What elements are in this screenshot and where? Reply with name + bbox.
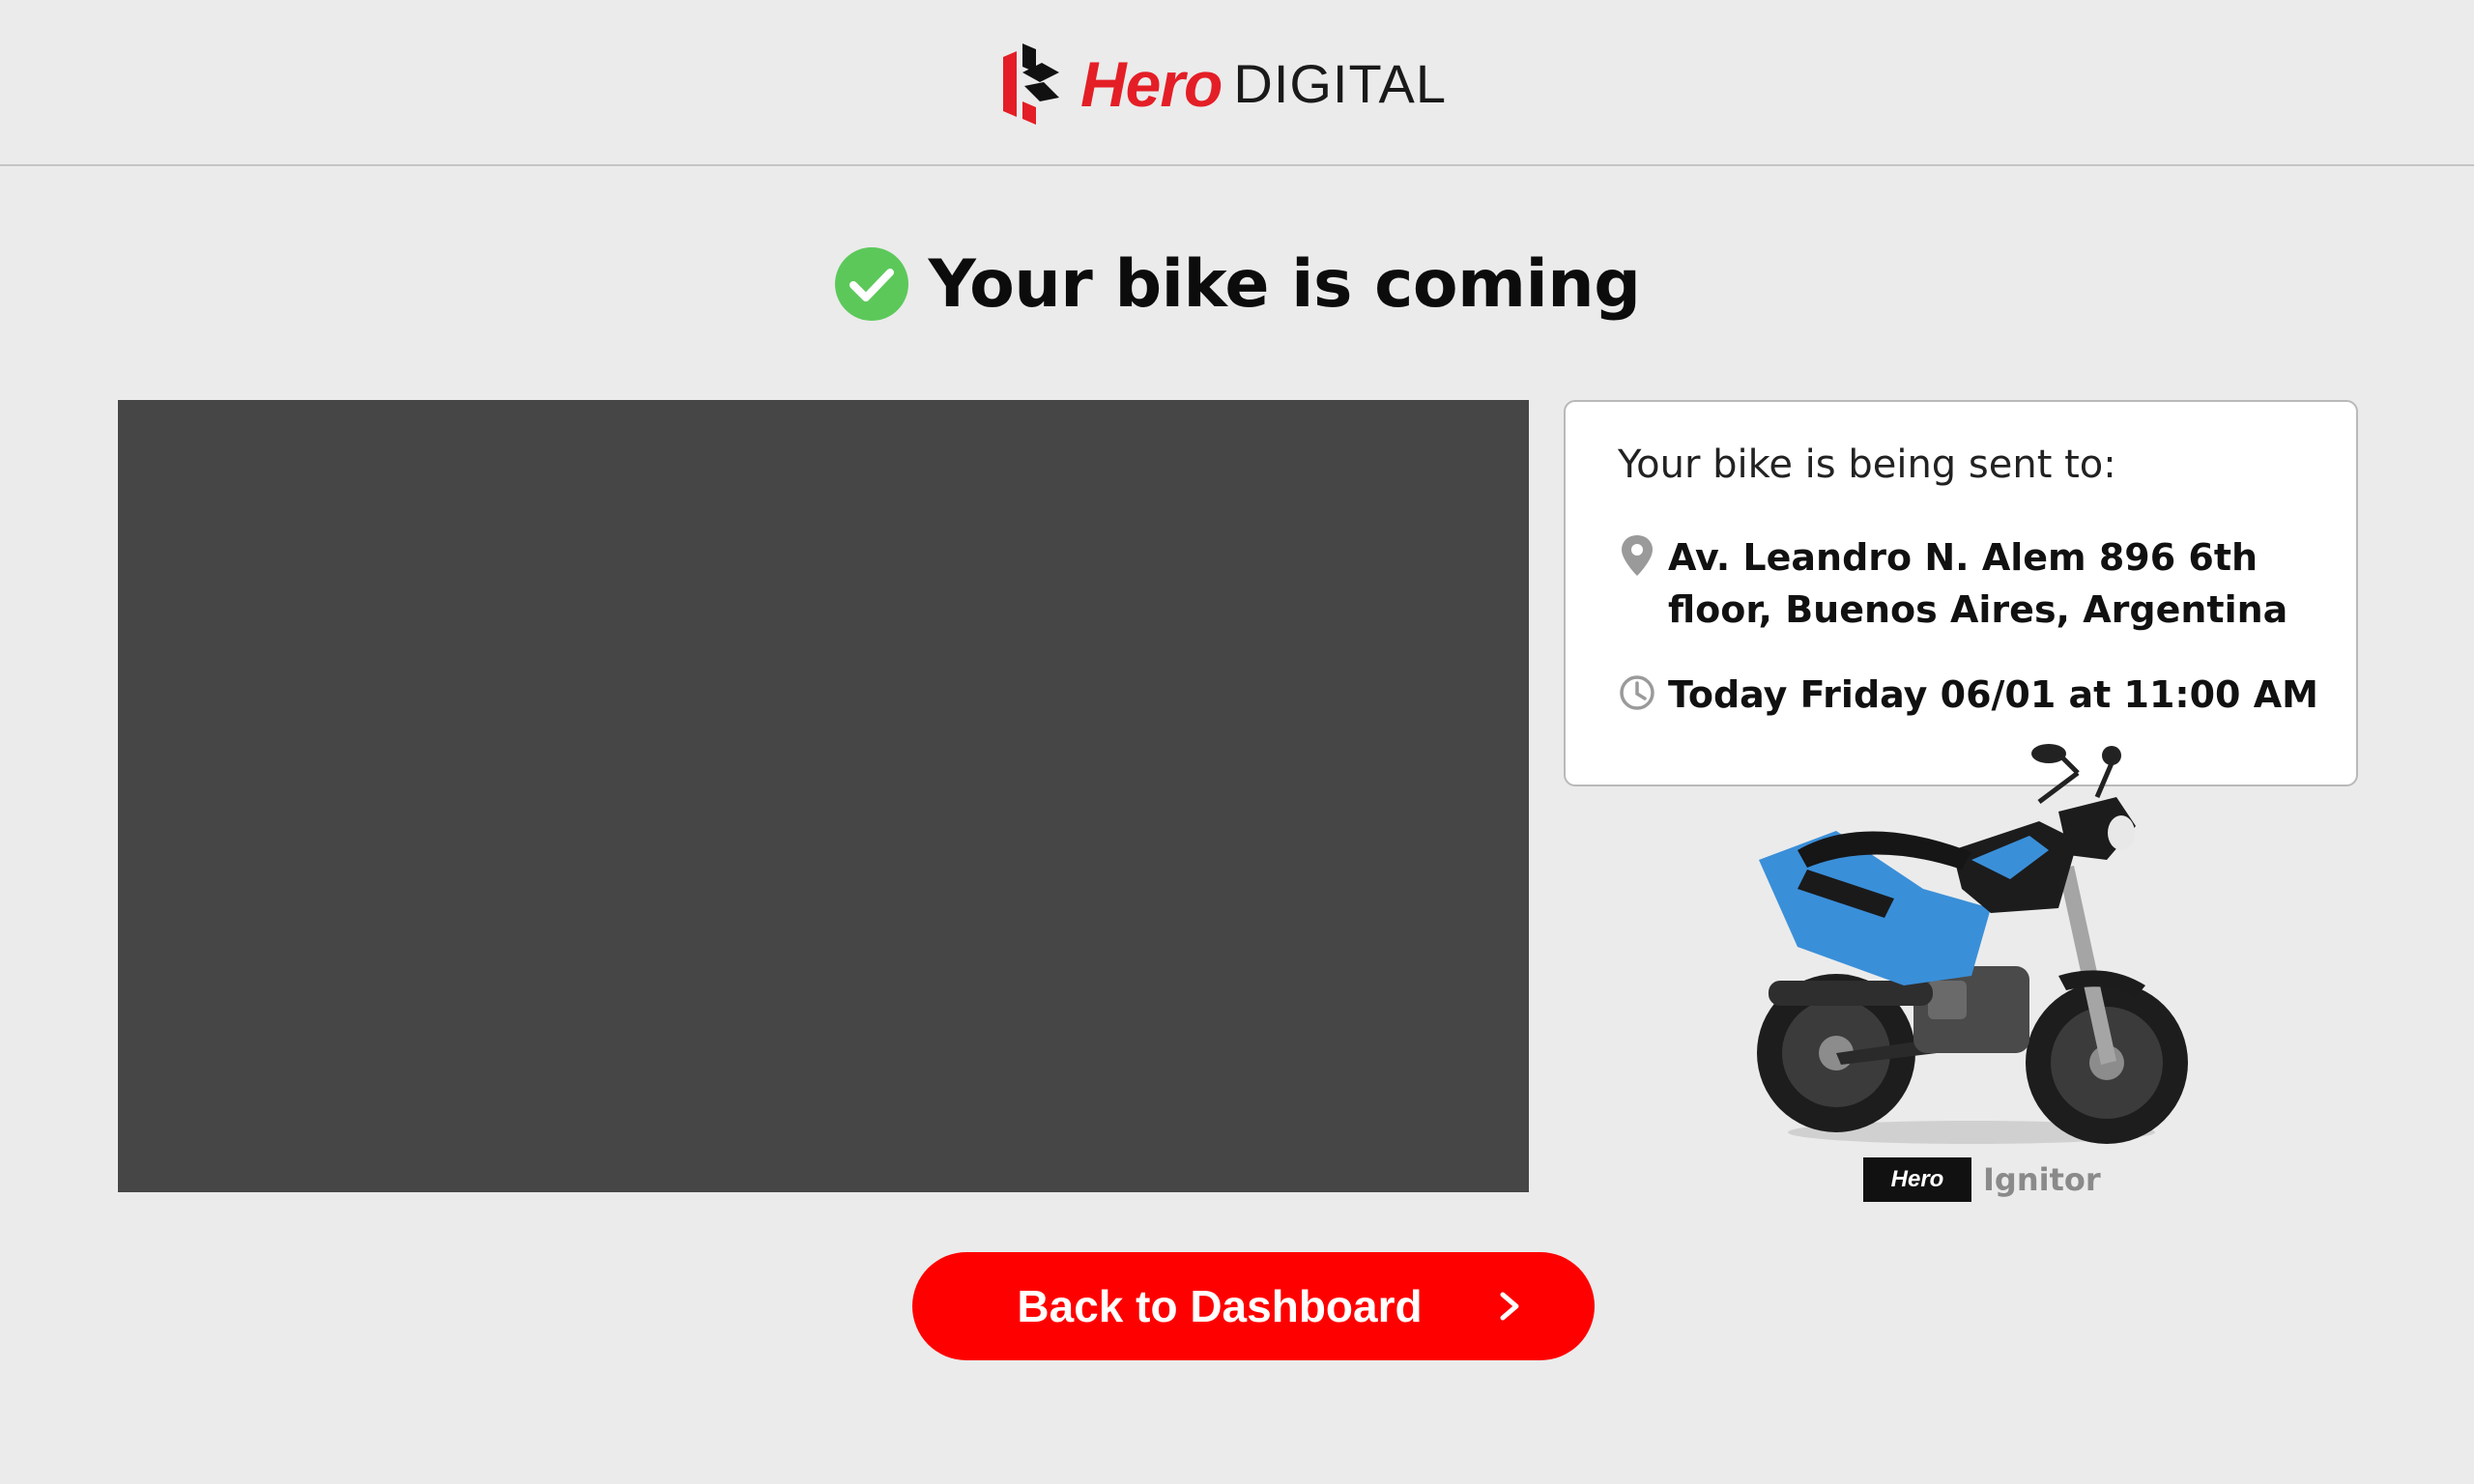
back-to-dashboard-label: Back to Dashboard	[1017, 1281, 1423, 1331]
bike-model-label: Hero Ignitor	[1863, 1157, 2101, 1202]
delivery-heading: Your bike is being sent to:	[1618, 442, 2116, 487]
back-to-dashboard-button[interactable]: Back to Dashboard	[912, 1252, 1595, 1360]
location-pin-icon	[1622, 535, 1653, 576]
clock-icon	[1620, 675, 1654, 710]
delivery-info-card: Your bike is being sent to: Av. Leandro …	[1564, 400, 2358, 786]
brand-logo[interactable]: Hero DIGITAL	[1003, 43, 1447, 126]
motorcycle-image	[1757, 744, 2188, 1144]
brand-name: Hero	[1080, 48, 1223, 120]
delivery-address: Av. Leandro N. Alem 896 6th floor, Bueno…	[1668, 536, 2288, 631]
chevron-right-icon	[1500, 1292, 1519, 1321]
tracking-map-panel[interactable]	[118, 400, 1529, 1192]
page-title: Your bike is coming	[928, 245, 1641, 323]
delivery-time: Today Friday 06/01 at 11:00 AM	[1668, 673, 2318, 716]
delivery-address-row: Av. Leandro N. Alem 896 6th floor, Bueno…	[1618, 531, 2325, 636]
header: Hero DIGITAL	[0, 0, 2474, 166]
brand-subtitle: DIGITAL	[1233, 53, 1448, 114]
page: Hero DIGITAL Your bike is coming Your bi…	[0, 0, 2474, 1484]
bike-brand-badge: Hero	[1863, 1157, 1971, 1202]
delivery-time-row: Today Friday 06/01 at 11:00 AM	[1618, 669, 2325, 721]
status-heading: Your bike is coming	[0, 238, 2474, 330]
bike-model-name: Ignitor	[1983, 1161, 2101, 1198]
hero-logo-icon	[1003, 43, 1059, 125]
check-circle-icon	[834, 247, 908, 321]
